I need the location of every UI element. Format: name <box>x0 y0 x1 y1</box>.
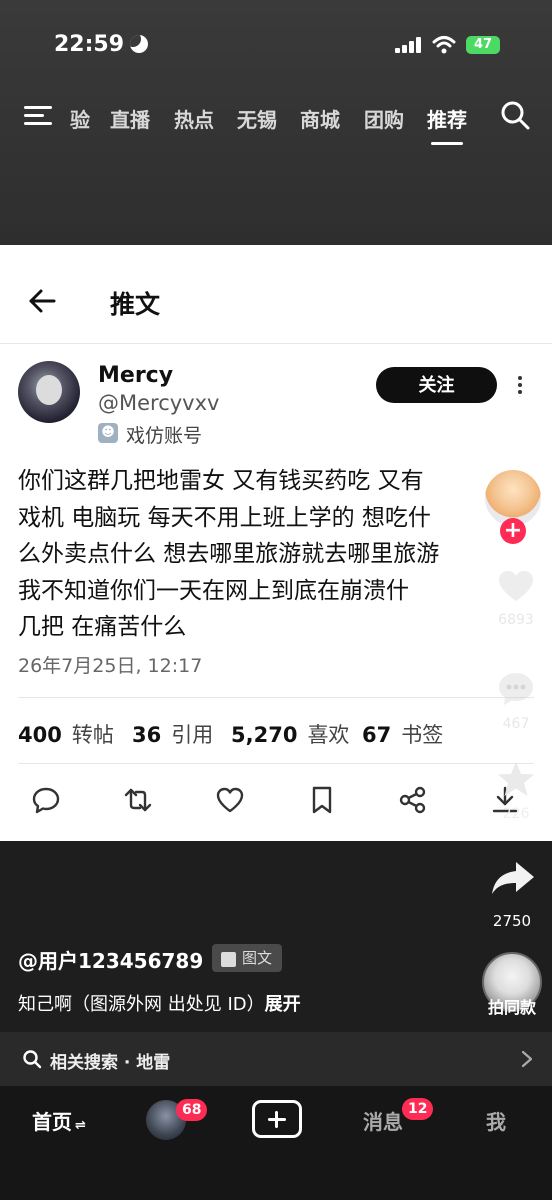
tweet-timestamp: 26年7月25日, 12:17 <box>18 655 203 677</box>
share-icon[interactable] <box>398 785 428 815</box>
reply-icon[interactable] <box>31 785 61 815</box>
menu-icon[interactable] <box>24 104 52 126</box>
share-count: 2750 <box>492 912 532 930</box>
post-caption: 知己啊（图源外网 出处见 ID）展开 <box>18 990 301 1016</box>
friends-badge: 68 <box>176 1099 208 1121</box>
like-count: 6893 <box>498 612 534 628</box>
tweet-line: 我不知道你们一天在网上到底在崩溃什 <box>18 577 409 604</box>
tweet-actions <box>0 785 552 821</box>
moon-icon <box>130 35 148 53</box>
tab-home[interactable]: 首页 ⇌ <box>32 1106 86 1135</box>
stat-bookmarks[interactable]: 67 书签 <box>362 719 443 749</box>
tab-messages[interactable]: 消息 <box>363 1106 403 1135</box>
nav-item-live[interactable]: 直播 <box>110 104 150 133</box>
share-arrow-icon[interactable] <box>488 858 538 898</box>
search-icon <box>23 1050 42 1069</box>
like-icon[interactable] <box>215 785 245 815</box>
tab-me[interactable]: 我 <box>486 1106 506 1135</box>
nav-item-partial[interactable]: 验 <box>70 104 90 133</box>
tweet-line: 几把 在痛苦什么 <box>18 614 187 640</box>
post-type-tag: 图文 <box>212 944 283 972</box>
favorite-button[interactable]: 226 <box>480 760 552 822</box>
related-search-bar[interactable]: 相关搜索 · 地雷 <box>0 1032 552 1086</box>
parody-label: 戏仿账号 <box>126 425 203 447</box>
like-button[interactable]: 6893 <box>480 568 552 628</box>
refresh-icon: ⇌ <box>75 1118 86 1133</box>
caption-text: 知己啊（图源外网 出处见 ID） <box>18 994 265 1015</box>
top-navigation: 验 直播 热点 无锡 商城 团购 推荐 <box>0 98 552 145</box>
mask-icon: ☻ <box>98 423 118 443</box>
nav-item-recommend[interactable]: 推荐 <box>427 104 467 145</box>
divider <box>0 343 552 344</box>
heart-icon <box>499 571 533 601</box>
comment-count: 467 <box>502 716 530 732</box>
follow-button[interactable]: 关注 <box>376 367 497 403</box>
nav-item-hot[interactable]: 热点 <box>174 104 214 133</box>
more-options-icon[interactable] <box>510 373 530 397</box>
retweet-icon[interactable] <box>123 785 153 815</box>
bottom-tab-bar: 首页 ⇌ 68 消息 12 我 <box>0 1086 552 1200</box>
star-icon <box>498 762 534 796</box>
tweet-card: 推文 Mercy @Mercyvxv ☻ 戏仿账号 关注 你们这群几把地雷女 又… <box>0 245 552 841</box>
status-bar: 22:59 47 <box>0 30 552 66</box>
tweet-line: 么外卖点什么 想去哪里旅游就去哪里旅游 <box>18 541 440 567</box>
author-handle[interactable]: @Mercyvxv <box>98 391 219 415</box>
bookmark-icon[interactable] <box>307 785 337 815</box>
comment-icon <box>499 673 533 705</box>
wifi-icon <box>432 36 456 54</box>
favorite-count: 226 <box>502 806 530 822</box>
post-author[interactable]: @用户123456789 <box>18 945 203 974</box>
page-title: 推文 <box>110 290 161 319</box>
messages-badge: 12 <box>402 1098 434 1120</box>
tweet-line: 你们这群几把地雷女 又有钱买药吃 又有 <box>18 468 424 494</box>
expand-link[interactable]: 展开 <box>265 994 301 1015</box>
related-search-text: 相关搜索 · 地雷 <box>50 1053 171 1073</box>
author-avatar[interactable] <box>18 361 80 423</box>
tweet-line: 戏机 电脑玩 每天不用上班上学的 想吃什 <box>18 504 431 531</box>
battery-indicator: 47 <box>466 36 500 54</box>
chevron-right-icon <box>521 1050 533 1068</box>
tweet-text: 你们这群几把地雷女 又有钱买药吃 又有 戏机 电脑玩 每天不用上班上学的 想吃什… <box>18 463 538 646</box>
stat-retweets[interactable]: 400 转帖 <box>18 719 114 749</box>
divider <box>18 697 534 698</box>
author-name[interactable]: Mercy <box>98 363 173 388</box>
nav-item-mall[interactable]: 商城 <box>300 104 340 133</box>
back-arrow-icon[interactable] <box>28 287 56 315</box>
comment-button[interactable]: 467 <box>480 670 552 732</box>
cellular-signal-icon <box>395 37 423 53</box>
stat-quotes[interactable]: 36 引用 <box>132 719 213 749</box>
divider <box>18 763 534 764</box>
same-template-label[interactable]: 拍同款 <box>476 994 548 1018</box>
create-plus-button[interactable] <box>252 1100 302 1138</box>
nav-item-groupbuy[interactable]: 团购 <box>364 104 404 133</box>
status-time: 22:59 <box>54 32 125 57</box>
stat-likes[interactable]: 5,270 喜欢 <box>231 719 349 749</box>
top-header: 22:59 47 验 直播 热点 无锡 商城 团购 推荐 <box>0 0 552 245</box>
follow-plus-icon[interactable]: + <box>500 518 526 544</box>
search-icon[interactable] <box>500 100 530 130</box>
nav-item-wuxi[interactable]: 无锡 <box>237 104 277 133</box>
